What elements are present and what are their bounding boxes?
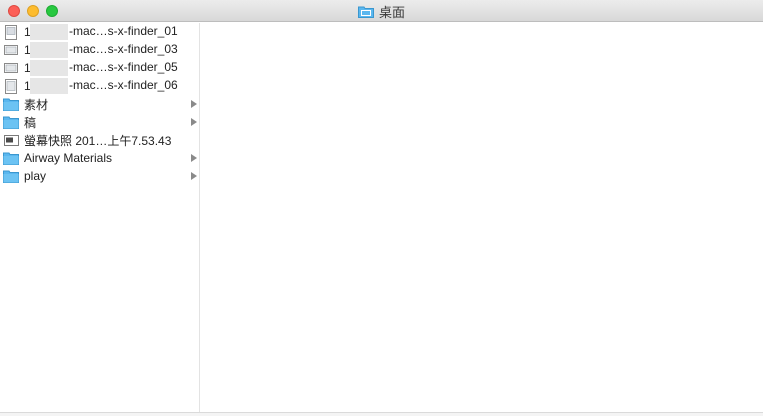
list-item[interactable]: 1 -mac…s-x-finder_06 bbox=[0, 77, 200, 95]
redaction-block bbox=[30, 60, 68, 76]
redaction-block bbox=[30, 42, 68, 58]
list-item[interactable]: Airway Materials bbox=[0, 149, 200, 167]
image-document-icon bbox=[3, 78, 19, 94]
list-item-label: 稿 bbox=[24, 115, 37, 130]
folder-icon bbox=[3, 96, 19, 112]
list-item[interactable]: 1 -mac…s-x-finder_05 bbox=[0, 59, 200, 77]
list-item[interactable]: 素材 bbox=[0, 95, 200, 113]
folder-icon bbox=[3, 150, 19, 166]
redaction-block bbox=[30, 78, 68, 94]
list-item-label: 螢幕快照 201…上午7.53.43 bbox=[24, 133, 172, 148]
finder-window: 桌面 1 -mac…s-x-finder_01 1 -mac…s-x-finder_… bbox=[0, 0, 763, 416]
redaction-block bbox=[30, 24, 68, 40]
list-item-label: -mac…s-x-finder_06 bbox=[69, 78, 178, 93]
chevron-right-icon bbox=[191, 172, 197, 180]
chevron-right-icon bbox=[191, 154, 197, 162]
list-item-label: -mac…s-x-finder_03 bbox=[69, 42, 178, 57]
list-item-label: Airway Materials bbox=[24, 151, 113, 165]
title-bar[interactable]: 桌面 bbox=[0, 0, 763, 22]
list-item[interactable]: 1 -mac…s-x-finder_03 bbox=[0, 41, 200, 59]
finder-column[interactable]: 1 -mac…s-x-finder_01 1 -mac…s-x-finder_03 … bbox=[0, 23, 200, 416]
folder-icon bbox=[3, 114, 19, 130]
folder-icon bbox=[3, 168, 19, 184]
window-bottom-edge bbox=[0, 412, 763, 416]
image-document-icon bbox=[3, 24, 19, 40]
screenshot-file-icon bbox=[3, 132, 19, 148]
list-item-label: -mac…s-x-finder_01 bbox=[69, 24, 178, 39]
preview-pane[interactable] bbox=[201, 23, 763, 416]
list-item[interactable]: 螢幕快照 201…上午7.53.43 bbox=[0, 131, 200, 149]
chevron-right-icon bbox=[191, 100, 197, 108]
list-item[interactable]: 1 -mac…s-x-finder_01 bbox=[0, 23, 200, 41]
window-title-label: 桌面 bbox=[378, 4, 405, 20]
list-item-label: 素材 bbox=[24, 97, 49, 112]
chevron-right-icon bbox=[191, 118, 197, 126]
list-item-label: play bbox=[24, 169, 47, 183]
window-title: 桌面 bbox=[0, 0, 763, 22]
image-document-icon bbox=[3, 60, 19, 76]
list-item-label: -mac…s-x-finder_05 bbox=[69, 60, 178, 75]
list-item[interactable]: 稿 bbox=[0, 113, 200, 131]
desktop-folder-icon bbox=[357, 6, 374, 18]
list-item[interactable]: play bbox=[0, 167, 200, 185]
image-document-icon bbox=[3, 42, 19, 58]
